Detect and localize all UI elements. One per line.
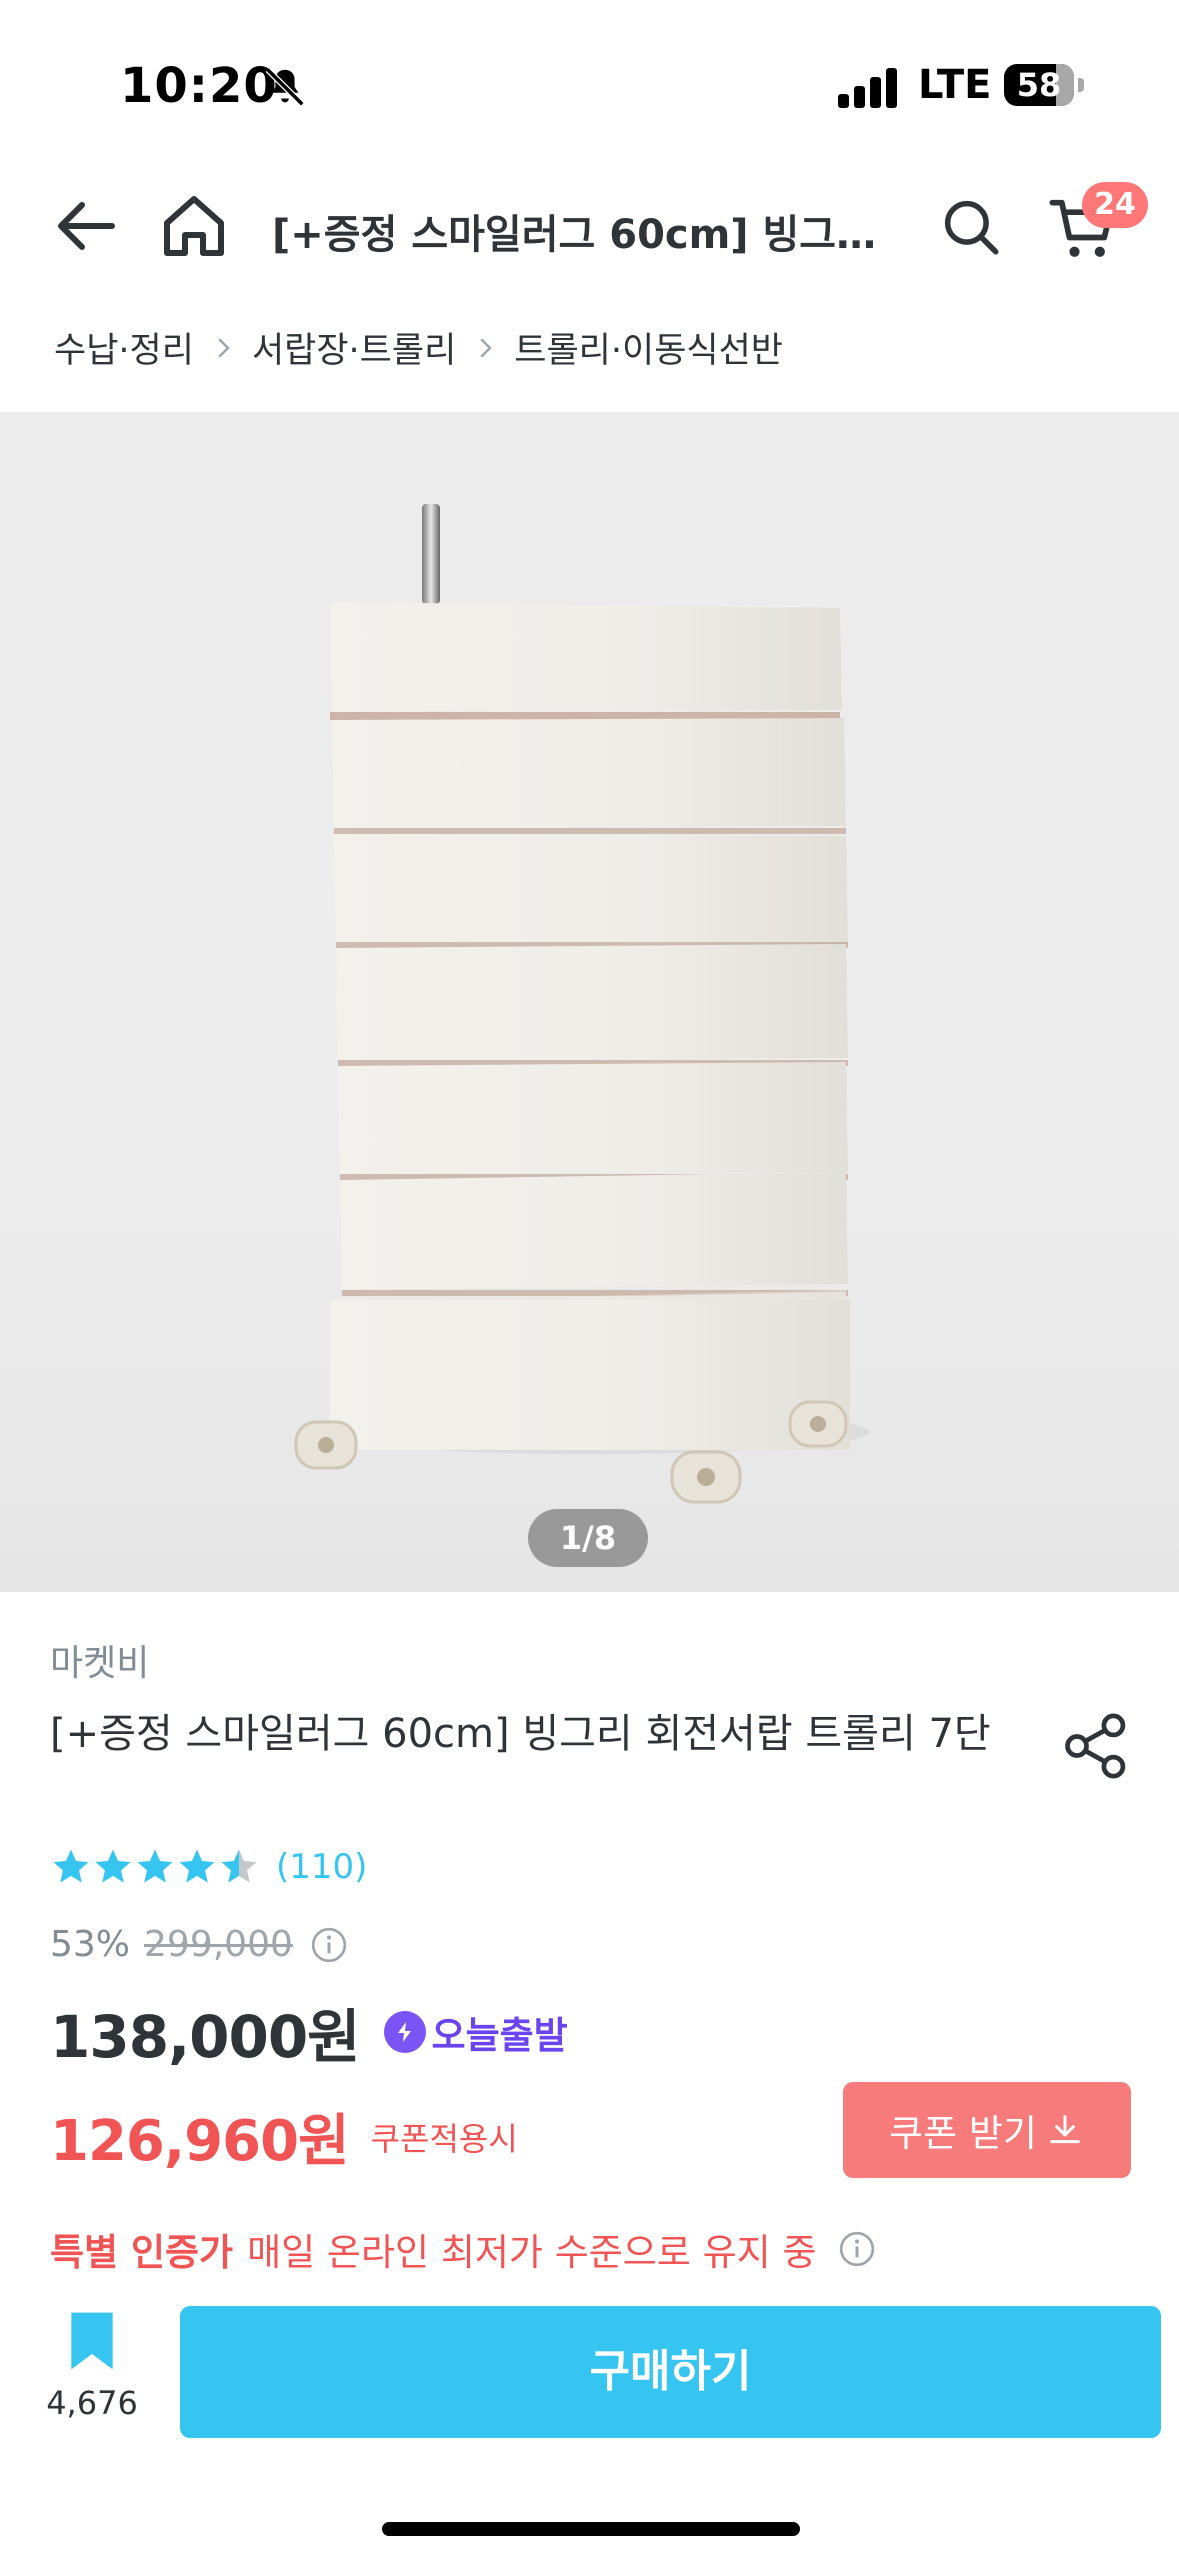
price-guarantee: 특별 인증가 매일 온라인 최저가 수준으로 유지 중 — [50, 2222, 877, 2276]
breadcrumb: 수납·정리 서랍장·트롤리 트롤리·이동식선반 — [54, 322, 783, 373]
chevron-right-icon — [218, 337, 230, 358]
status-bar: 10:20 LTE 58 — [0, 0, 1179, 160]
guarantee-strong: 특별 인증가 — [50, 2231, 234, 2274]
price-row: 138,000원 오늘출발 — [50, 1990, 568, 2074]
today-delivery-label: 오늘출발 — [431, 2014, 568, 2057]
rating-stars — [50, 1846, 260, 1888]
rating[interactable]: (110) — [50, 1846, 367, 1888]
coupon-price: 126,960원 — [50, 2109, 350, 2174]
coupon-note: 쿠폰적용시 — [370, 2119, 518, 2158]
star-icon — [179, 1849, 215, 1883]
trolley-drawer-illustration — [294, 504, 870, 1504]
review-count[interactable]: (110) — [276, 1847, 367, 1887]
get-coupon-button[interactable]: 쿠폰 받기 — [843, 2082, 1131, 2178]
info-icon[interactable] — [309, 1925, 349, 1965]
home-indicator — [382, 2522, 800, 2536]
bookmark-icon — [71, 2312, 113, 2370]
breadcrumb-item[interactable]: 서랍장·트롤리 — [252, 322, 456, 373]
lightning-icon — [383, 2011, 426, 2053]
star-icon — [221, 1849, 257, 1883]
product-image[interactable]: 1/8 — [0, 412, 1179, 1592]
sale-price: 138,000원 — [50, 2003, 361, 2071]
original-price: 299,000 — [144, 1924, 293, 1965]
breadcrumb-item[interactable]: 수납·정리 — [54, 322, 194, 373]
buy-button[interactable]: 구매하기 — [180, 2306, 1161, 2438]
cellular-signal-icon — [838, 68, 900, 108]
battery-icon: 58 — [1004, 64, 1074, 106]
product-name: [+증정 스마일러그 60cm] 빙그리 회전서랍 트롤리 7단 — [50, 1711, 991, 1757]
bookmark-count: 4,676 — [46, 2384, 138, 2422]
battery-cap — [1078, 78, 1084, 92]
back-arrow-icon[interactable] — [52, 190, 124, 262]
page-title: [+증정 스마일러그 60cm] 빙그리 회전서랍 트롤리 7단 — [272, 212, 902, 258]
status-time: 10:20 — [120, 58, 278, 114]
search-icon[interactable] — [938, 194, 1004, 260]
chevron-right-icon — [480, 337, 493, 358]
original-price-row: 53% 299,000 — [50, 1924, 349, 1965]
battery-level: 58 — [1016, 66, 1062, 104]
home-icon[interactable] — [158, 190, 230, 262]
share-icon[interactable] — [1058, 1708, 1134, 1784]
download-icon — [1050, 2115, 1080, 2144]
discount-rate: 53% — [50, 1924, 131, 1965]
bottom-action-bar: 4,676 구매하기 — [0, 2290, 1179, 2556]
network-type: LTE — [918, 62, 992, 108]
cart-count-badge: 24 — [1082, 182, 1148, 228]
info-icon[interactable] — [837, 2229, 877, 2269]
guarantee-text: 매일 온라인 최저가 수준으로 유지 중 — [247, 2231, 817, 2274]
top-nav: [+증정 스마일러그 60cm] 빙그리 회전서랍 트롤리 7단 24 — [0, 160, 1179, 290]
star-icon — [53, 1849, 89, 1883]
star-icon — [137, 1849, 173, 1883]
breadcrumb-item[interactable]: 트롤리·이동식선반 — [514, 322, 783, 373]
bell-off-icon — [265, 67, 305, 107]
image-counter: 1/8 — [528, 1509, 648, 1567]
brand-name[interactable]: 마켓비 — [50, 1634, 149, 1686]
star-icon — [95, 1849, 131, 1883]
bookmark-button[interactable]: 4,676 — [40, 2310, 144, 2422]
get-coupon-label: 쿠폰 받기 — [889, 2112, 1037, 2155]
today-delivery-badge: 오늘출발 — [383, 2005, 568, 2059]
coupon-price-row: 126,960원 쿠폰적용시 — [50, 2096, 518, 2177]
